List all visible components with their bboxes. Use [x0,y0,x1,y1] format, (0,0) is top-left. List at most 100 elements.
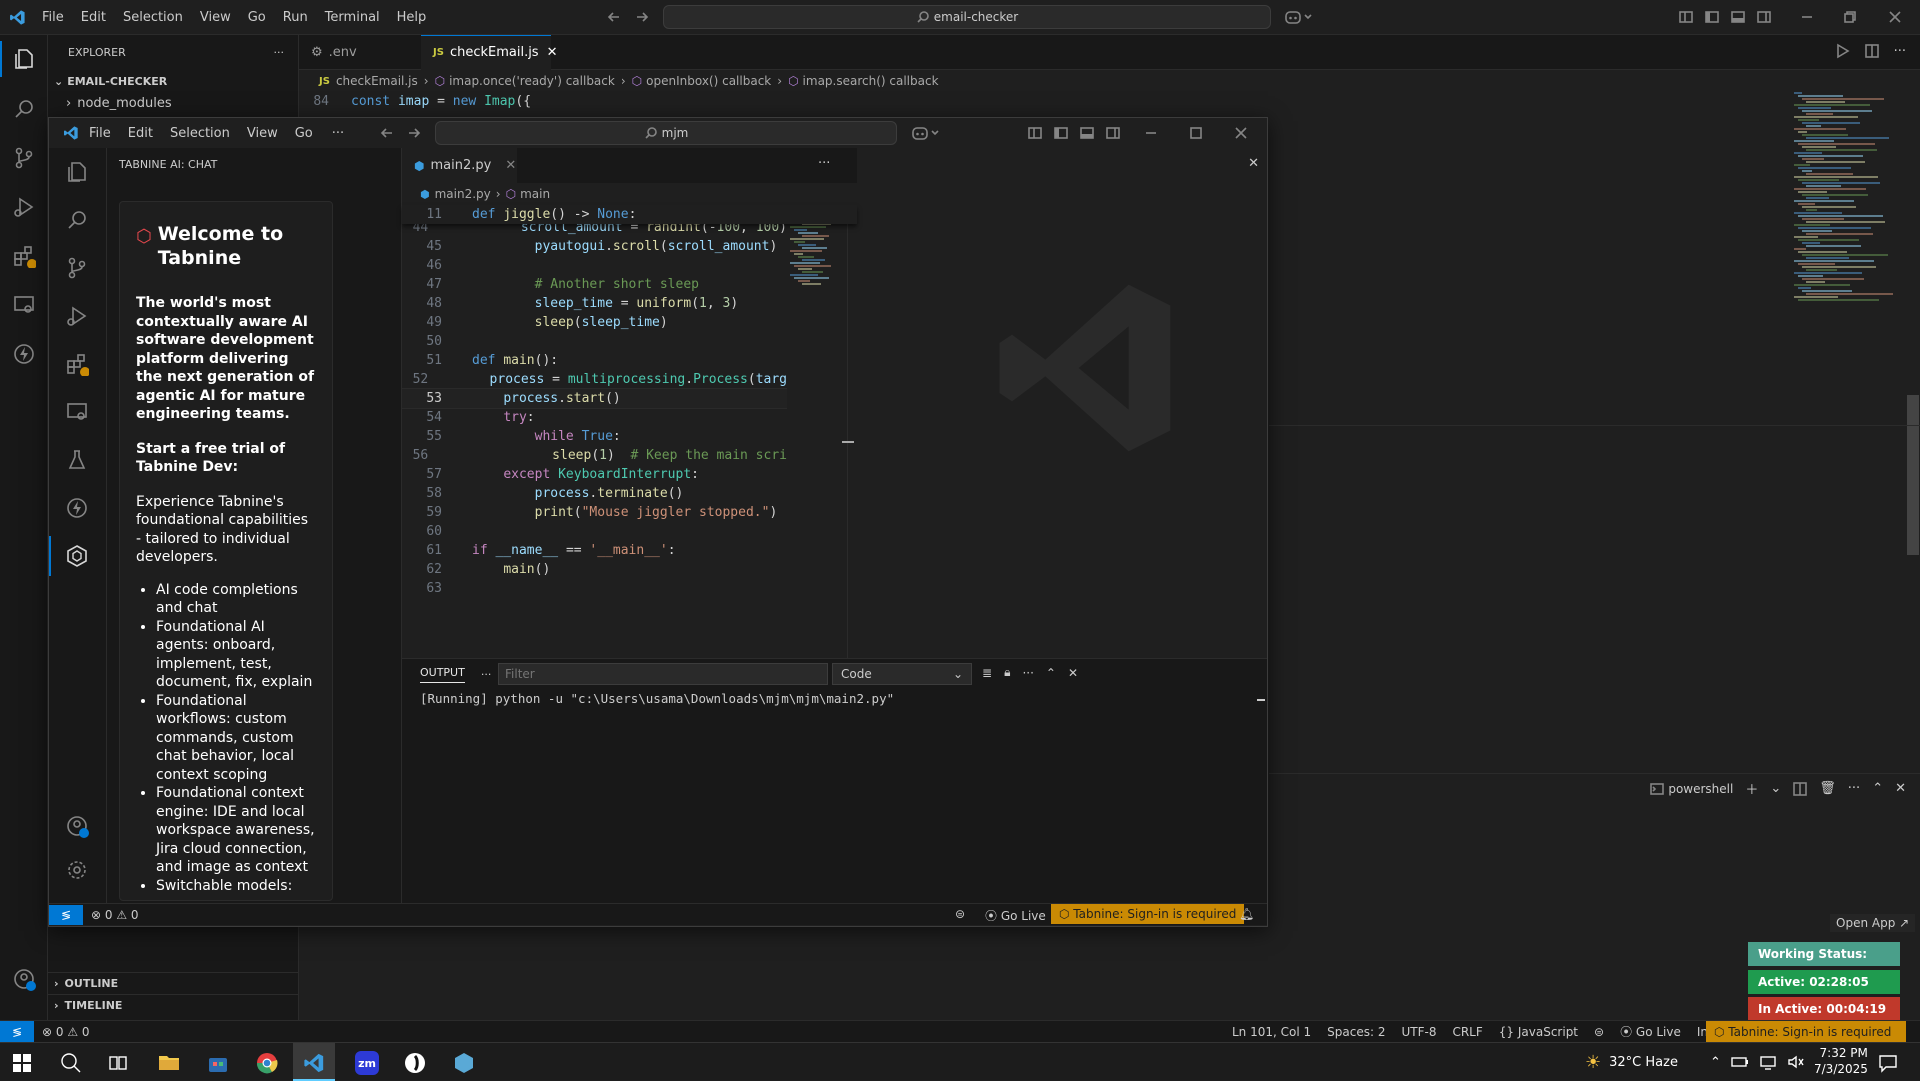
accounts-icon[interactable] [65,814,89,838]
more-actions-icon[interactable]: ··· [818,156,830,171]
menu-item-view[interactable]: View [200,10,231,25]
toggle-secondary-sidebar-icon[interactable] [1756,9,1772,25]
settings-gear-icon[interactable] [65,858,89,882]
minimap[interactable] [1794,91,1904,391]
tree-item-node-modules[interactable]: › node_modules [48,92,298,114]
remote-indicator[interactable]: ≶ [0,1021,34,1042]
copilot-icon[interactable] [1284,8,1314,26]
run-file-icon[interactable] [1834,43,1850,59]
toggle-sidebar-icon[interactable] [1053,125,1069,141]
problems-indicator[interactable]: ⊗ 0 ⚠ 0 [42,1025,90,1039]
zoom-app-icon[interactable]: zm [355,1051,379,1075]
more-actions-icon[interactable]: ··· [481,668,492,681]
line-ending[interactable]: CRLF [1452,1025,1482,1039]
network-icon[interactable] [1759,1054,1777,1070]
time-tracker-app-icon[interactable] [453,1052,475,1074]
code-area[interactable]: 44 scroll_amount = randint(-100, 100) 45 … [402,218,787,598]
scrollbar-thumb[interactable] [842,441,854,443]
maximize-panel-icon[interactable]: ⌃ [1872,781,1883,796]
lightning-icon[interactable] [12,342,36,366]
breadcrumb-item[interactable]: imap.search() callback [803,74,939,88]
lock-icon[interactable]: 🔒︎ [1004,665,1010,680]
task-view-icon[interactable] [108,1053,128,1073]
minimize-icon[interactable] [1144,126,1158,140]
tabnine-icon[interactable] [65,544,89,568]
more-menu-icon[interactable]: ··· [332,126,344,141]
windows-start-icon[interactable] [13,1054,31,1072]
split-terminal-icon[interactable] [1793,781,1808,796]
terminal-selector[interactable]: powershell [1650,782,1733,796]
menu-item-edit[interactable]: Edit [128,126,153,141]
open-app-link[interactable]: Open App ↗ [1830,914,1916,932]
more-actions-icon[interactable]: ··· [1022,666,1033,680]
more-actions-icon[interactable]: ··· [1894,44,1906,59]
tabnine-status[interactable]: ⬡ Tabnine: Sign-in is required [1706,1021,1906,1042]
problems-indicator[interactable]: ⊗ 0 ⚠ 0 [91,908,139,922]
search-icon[interactable] [65,208,89,232]
chrome-icon[interactable] [256,1052,278,1074]
output-channel-select[interactable]: Code ⌄ [832,663,972,685]
tab-output[interactable]: OUTPUT [420,666,465,683]
tray-chevron-up-icon[interactable]: ⌃ [1710,1055,1721,1070]
customize-layout-icon[interactable] [1027,125,1043,141]
scrollbar-thumb[interactable] [1907,395,1919,555]
clear-output-icon[interactable]: ≣ [982,666,992,680]
source-control-icon[interactable] [12,146,36,170]
encoding[interactable]: UTF-8 [1401,1025,1436,1039]
accounts-icon[interactable] [12,967,36,991]
breadcrumb-item[interactable]: openInbox() callback [646,74,771,88]
breadcrumb-item[interactable]: checkEmail.js [336,74,418,88]
menu-item-selection[interactable]: Selection [123,10,183,25]
forward-arrow-icon[interactable] [634,9,650,25]
source-control-icon[interactable] [65,256,89,280]
chevron-down-icon[interactable]: ⌄ [1770,781,1781,796]
trash-icon[interactable]: 🗑 [1819,781,1836,796]
remote-explorer-icon[interactable] [65,400,89,424]
store-icon[interactable] [207,1052,229,1074]
close-panel-icon[interactable]: ✕ [1068,666,1078,680]
volume-icon[interactable] [1787,1054,1805,1070]
tor-app-icon[interactable] [404,1052,426,1074]
menu-item-run[interactable]: Run [283,10,308,25]
copilot-status-icon[interactable]: ⊜ [955,907,965,921]
language-mode[interactable]: {} JavaScript [1499,1025,1578,1039]
back-arrow-icon[interactable] [379,125,395,141]
lightning-icon[interactable] [65,496,89,520]
indentation[interactable]: Spaces: 2 [1327,1025,1385,1039]
toggle-panel-icon[interactable] [1079,125,1095,141]
close-group-icon[interactable]: ✕ [1248,156,1259,171]
new-terminal-icon[interactable]: ＋ [1745,779,1758,798]
menu-item-selection[interactable]: Selection [170,126,230,141]
remote-explorer-icon[interactable] [12,293,36,317]
tabnine-status[interactable]: ⬡ Tabnine: Sign-in is required [1051,904,1245,924]
breadcrumb-item[interactable]: imap.once('ready') callback [449,74,615,88]
extensions-icon[interactable] [12,244,36,268]
restore-icon[interactable] [1843,10,1857,24]
tab-checkemail[interactable]: JS checkEmail.js ✕ [421,34,558,70]
toggle-secondary-sidebar-icon[interactable] [1105,125,1121,141]
close-panel-icon[interactable]: ✕ [1895,781,1906,796]
minimap[interactable] [790,213,831,313]
maximize-panel-icon[interactable]: ⌃ [1046,666,1056,680]
close-icon[interactable] [1234,126,1248,140]
notification-center-icon[interactable] [1878,1053,1898,1073]
vscode-taskbar-button[interactable] [293,1043,335,1081]
sticky-scroll-line[interactable]: 11 def jiggle() -> None: [402,205,857,224]
close-tab-icon[interactable]: ✕ [547,45,558,60]
back-arrow-icon[interactable] [606,9,622,25]
timeline-section[interactable]: › TIMELINE [48,994,298,1016]
output-filter-input[interactable] [498,663,828,685]
toggle-sidebar-icon[interactable] [1704,9,1720,25]
weather-widget[interactable]: ☀ 32°C Haze [1585,1052,1678,1073]
menu-item-file[interactable]: File [42,10,64,25]
menu-item-terminal[interactable]: Terminal [325,10,380,25]
run-debug-icon[interactable] [12,195,36,219]
menu-item-help[interactable]: Help [397,10,427,25]
search-icon[interactable] [12,97,36,121]
menu-item-go[interactable]: Go [295,126,313,141]
more-actions-icon[interactable]: ··· [1848,781,1860,796]
testing-flask-icon[interactable] [65,448,89,472]
golive-button[interactable]: ⦿ Go Live [1620,1023,1681,1040]
battery-icon[interactable] [1731,1054,1749,1070]
toggle-panel-icon[interactable] [1730,9,1746,25]
